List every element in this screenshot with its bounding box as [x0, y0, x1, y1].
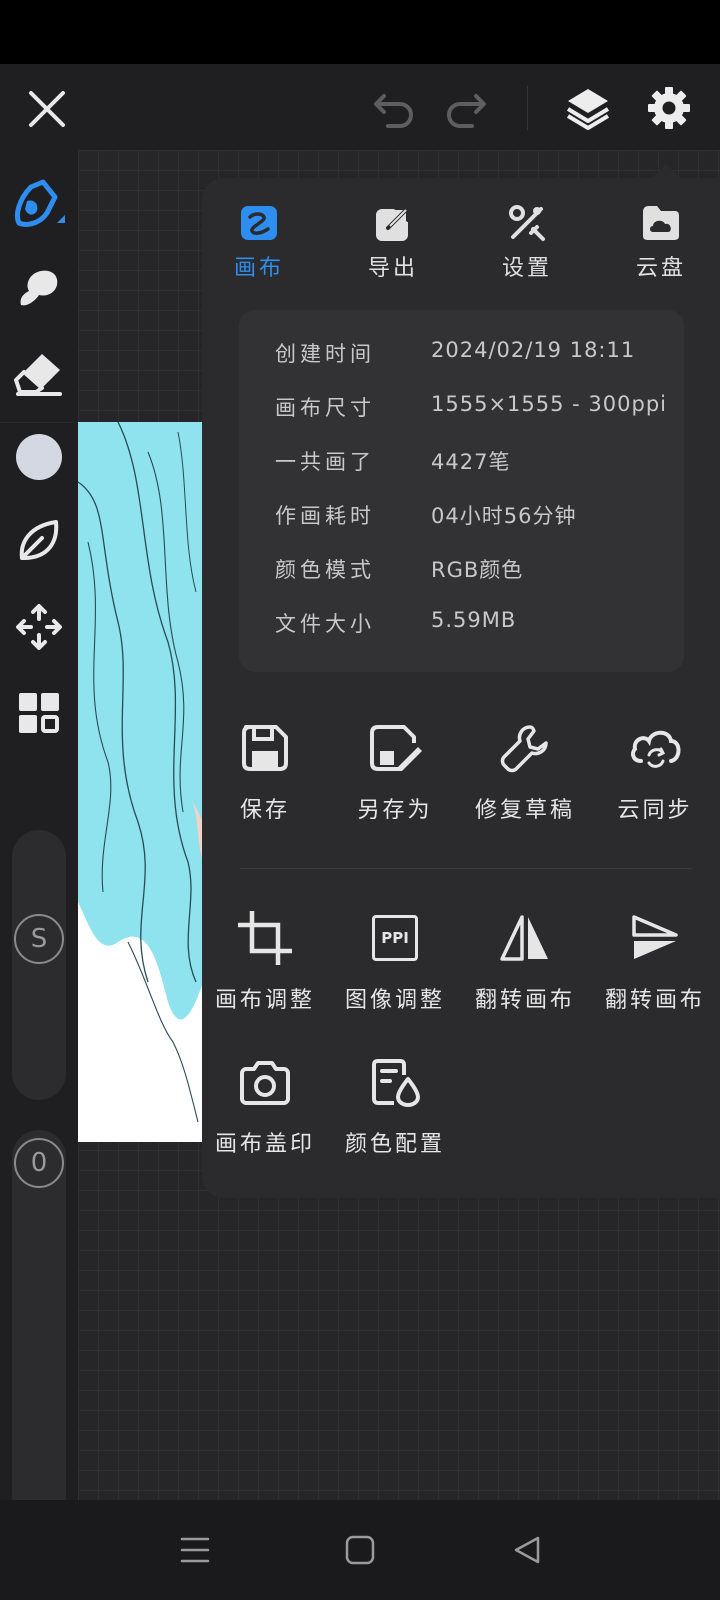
- info-key: 颜色模式: [275, 558, 375, 582]
- eraser-tool-icon[interactable]: [12, 346, 66, 400]
- cloud-sync-button[interactable]: 云同步: [590, 716, 720, 824]
- artwork-canvas[interactable]: [78, 422, 203, 1142]
- opacity-badge: 0: [14, 1138, 64, 1188]
- canvas-icon: [204, 200, 314, 246]
- opacity-slider[interactable]: [12, 1130, 66, 1545]
- info-row-created: 创建时间 2024/02/19 18:11: [239, 332, 684, 372]
- action-label: 修复草稿: [474, 798, 575, 823]
- export-icon: [338, 200, 448, 246]
- info-key: 作画耗时: [275, 504, 375, 528]
- info-key: 创建时间: [275, 342, 375, 366]
- action-label: 翻转画布: [474, 988, 575, 1013]
- home-icon[interactable]: [337, 1528, 383, 1572]
- flip-canvas-horizontal-button[interactable]: 翻转画布: [460, 906, 590, 1014]
- grid-menu-icon[interactable]: [12, 686, 66, 740]
- canvas-adjust-button[interactable]: 画布调整: [200, 906, 330, 1014]
- repair-draft-button[interactable]: 修复草稿: [460, 716, 590, 824]
- save-as-button[interactable]: 另存为: [330, 716, 460, 824]
- leaf-brush-icon[interactable]: [12, 514, 66, 568]
- save-as-icon: [330, 716, 460, 780]
- tab-settings[interactable]: 设置: [472, 200, 582, 282]
- brush-tool-icon[interactable]: [12, 178, 66, 232]
- tab-label: 云盘: [635, 256, 686, 281]
- action-label: 图像调整: [344, 988, 445, 1013]
- info-key: 一共画了: [275, 450, 375, 474]
- back-icon[interactable]: [504, 1528, 550, 1572]
- info-value: 5.59MB: [431, 608, 517, 632]
- camera-icon: [200, 1050, 330, 1114]
- brush-size-slider[interactable]: [12, 830, 66, 1100]
- action-label: 翻转画布: [604, 988, 705, 1013]
- color-config-button[interactable]: 颜色配置: [330, 1050, 460, 1158]
- cloud-drive-icon: [606, 200, 716, 246]
- info-key: 画布尺寸: [275, 396, 375, 420]
- info-key: 文件大小: [275, 612, 375, 636]
- action-label: 画布盖印: [214, 1132, 315, 1157]
- canvas-info-card: 创建时间 2024/02/19 18:11 画布尺寸 1555×1555 - 3…: [239, 310, 684, 672]
- left-toolbar: S 0: [0, 150, 78, 1545]
- panel-caret: [652, 164, 680, 178]
- undo-icon[interactable]: [368, 82, 420, 134]
- ppi-icon: PPI: [330, 906, 460, 970]
- top-toolbar: [0, 64, 720, 150]
- action-label: 另存为: [357, 798, 433, 823]
- actions-divider: [240, 868, 692, 869]
- status-bar: [0, 0, 720, 64]
- transform-move-icon[interactable]: [12, 600, 66, 654]
- flip-horizontal-icon: [460, 906, 590, 970]
- redo-icon[interactable]: [440, 82, 492, 134]
- wrench-icon: [460, 716, 590, 780]
- action-label: 保存: [239, 798, 290, 823]
- save-button[interactable]: 保存: [200, 716, 330, 824]
- color-swatch[interactable]: [14, 432, 64, 482]
- crop-icon: [200, 906, 330, 970]
- info-value: 4427笔: [431, 450, 511, 474]
- tab-label: 导出: [367, 256, 418, 281]
- action-label: 颜色配置: [344, 1132, 445, 1157]
- cloud-sync-icon: [590, 716, 720, 780]
- tab-label: 设置: [501, 256, 552, 281]
- tab-export[interactable]: 导出: [338, 200, 448, 282]
- info-value: 1555×1555 - 300ppi: [431, 392, 667, 416]
- system-nav-bar: [0, 1500, 720, 1600]
- image-adjust-button[interactable]: PPI 图像调整: [330, 906, 460, 1014]
- action-label: 云同步: [617, 798, 693, 823]
- tab-label: 画布: [233, 256, 284, 281]
- info-row-file-size: 文件大小 5.59MB: [239, 602, 684, 642]
- tab-cloud-drive[interactable]: 云盘: [606, 200, 716, 282]
- info-value: RGB颜色: [431, 558, 524, 582]
- gear-icon[interactable]: [641, 80, 697, 136]
- info-row-size: 画布尺寸 1555×1555 - 300ppi: [239, 386, 684, 426]
- canvas-stamp-button[interactable]: 画布盖印: [200, 1050, 330, 1158]
- menu-icon[interactable]: [170, 1530, 220, 1570]
- tab-canvas[interactable]: 画布: [204, 200, 314, 282]
- toolbar-separator: [0, 422, 78, 423]
- color-swatch-dot: [16, 434, 62, 480]
- flip-canvas-vertical-button[interactable]: 翻转画布: [590, 906, 720, 1014]
- save-icon: [200, 716, 330, 780]
- ppi-icon-box: PPI: [372, 915, 418, 961]
- tools-icon: [472, 200, 582, 246]
- flip-vertical-icon: [590, 906, 720, 970]
- info-row-duration: 作画耗时 04小时56分钟: [239, 494, 684, 534]
- info-value: 04小时56分钟: [431, 504, 577, 528]
- smudge-tool-icon[interactable]: [12, 260, 66, 314]
- brush-size-badge: S: [14, 914, 64, 964]
- toolbar-divider: [527, 86, 528, 130]
- info-row-color-mode: 颜色模式 RGB颜色: [239, 548, 684, 588]
- layers-icon[interactable]: [560, 80, 616, 136]
- info-value: 2024/02/19 18:11: [431, 338, 636, 362]
- close-icon[interactable]: [22, 84, 72, 134]
- color-config-icon: [330, 1050, 460, 1114]
- action-label: 画布调整: [214, 988, 315, 1013]
- info-row-strokes: 一共画了 4427笔: [239, 440, 684, 480]
